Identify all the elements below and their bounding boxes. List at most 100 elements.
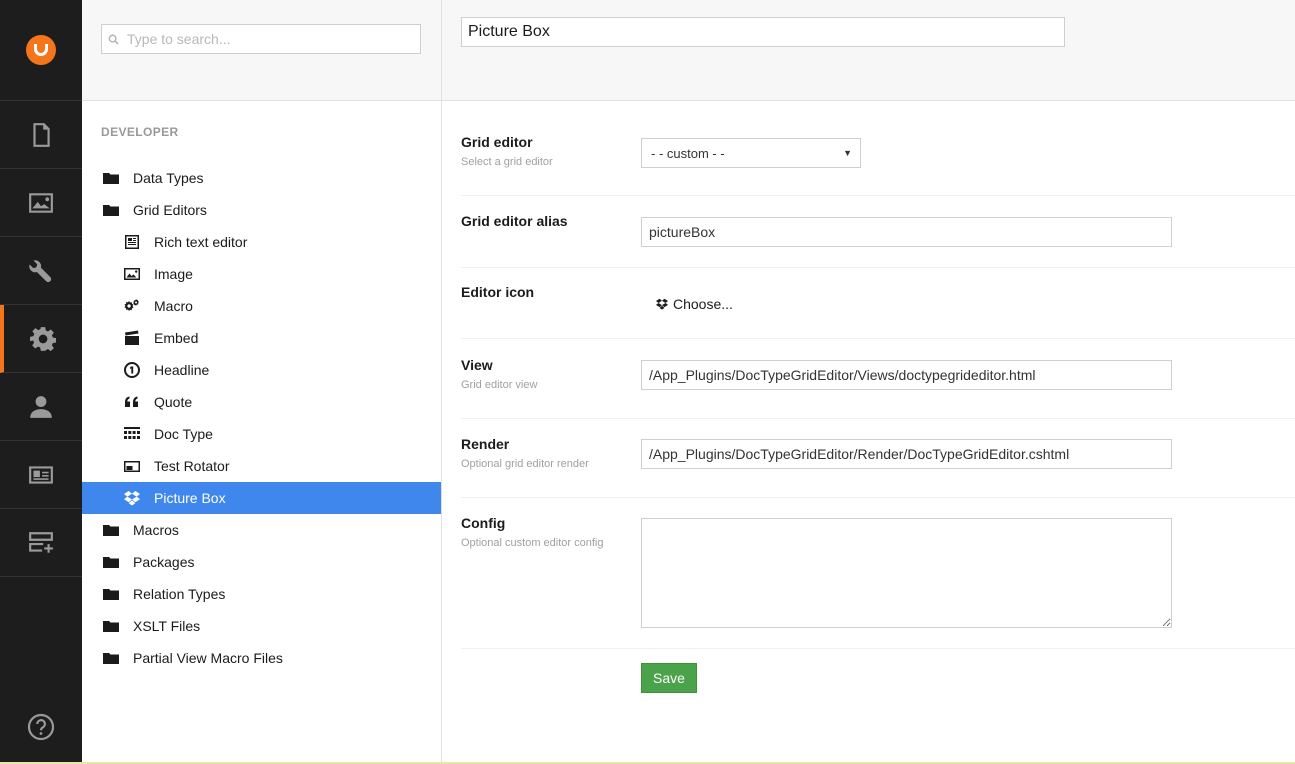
section-rail <box>0 0 82 764</box>
property-alias: Grid editor alias <box>461 213 1295 268</box>
config-textarea[interactable] <box>641 518 1172 628</box>
choose-icon-label: Choose... <box>673 296 733 312</box>
search-icon <box>108 34 119 45</box>
folder-icon <box>102 586 120 602</box>
rich-text-icon <box>123 234 141 250</box>
folder-icon <box>102 202 120 218</box>
view-label: View <box>461 357 493 373</box>
folder-icon <box>102 650 120 666</box>
grid-editor-select-value: - - custom - - <box>651 145 725 161</box>
users-section[interactable] <box>0 373 82 441</box>
render-control <box>641 439 1172 469</box>
property-label-container: Editor icon <box>461 284 631 300</box>
dropbox-icon <box>123 490 141 506</box>
tree-item-label: Image <box>154 266 193 282</box>
headline-icon <box>123 362 141 378</box>
tree-item-label: Test Rotator <box>154 458 230 474</box>
config-control <box>641 518 1172 633</box>
search-input[interactable] <box>127 31 407 47</box>
media-section[interactable] <box>0 169 82 237</box>
chevron-down-icon: ▼ <box>843 148 852 158</box>
tree-item-label: Embed <box>154 330 199 346</box>
tree-item[interactable]: Partial View Macro Files <box>82 642 441 674</box>
tree-item[interactable]: XSLT Files <box>82 610 441 642</box>
settings-section[interactable] <box>0 237 82 305</box>
grid-editor-select[interactable]: - - custom - - ▼ <box>641 138 861 168</box>
gear-icon <box>30 326 56 351</box>
view-control <box>641 360 1172 390</box>
folder-icon <box>102 170 120 186</box>
editor-icon-label: Editor icon <box>461 284 535 300</box>
tree-item[interactable]: Macros <box>82 514 441 546</box>
config-description: Optional custom editor config <box>461 537 604 549</box>
image-icon <box>29 192 53 213</box>
user-icon <box>30 395 52 418</box>
tree-item-label: Rich text editor <box>154 234 248 250</box>
tree-list: Data Types Grid Editors Rich text editor Im… <box>82 162 441 674</box>
tree-item-label: Grid Editors <box>133 202 207 218</box>
property-label-container: Grid editor Select a grid editor <box>461 134 631 168</box>
config-label: Config <box>461 515 506 531</box>
quote-icon <box>123 394 141 410</box>
document-icon <box>33 122 50 147</box>
alias-label: Grid editor alias <box>461 213 568 229</box>
grid-editor-description: Select a grid editor <box>461 156 553 168</box>
tree-item-label: Doc Type <box>154 426 213 442</box>
alias-control <box>641 217 1172 247</box>
tree-item-label: Packages <box>133 554 195 570</box>
section-title: DEVELOPER <box>101 125 179 139</box>
tree-item[interactable]: Test Rotator <box>82 450 441 482</box>
tree-item-label: Data Types <box>133 170 204 186</box>
tree-item[interactable]: Rich text editor <box>82 226 441 258</box>
tree-item-label: XSLT Files <box>133 618 201 634</box>
render-input[interactable] <box>641 439 1172 469</box>
developer-section[interactable] <box>0 305 82 373</box>
property-label-container: Render Optional grid editor render <box>461 436 631 470</box>
grid-icon <box>123 426 141 442</box>
cogs-icon <box>123 298 141 314</box>
folder-icon <box>102 618 120 634</box>
tree-search[interactable] <box>101 24 421 54</box>
render-description: Optional grid editor render <box>461 458 589 470</box>
editor-body: Grid editor Select a grid editor - - cus… <box>442 101 1295 764</box>
help-button[interactable] <box>0 707 82 747</box>
tree-item[interactable]: Doc Type <box>82 418 441 450</box>
editor-name-input[interactable] <box>461 17 1065 47</box>
tree-item[interactable]: Data Types <box>82 162 441 194</box>
tree-item[interactable]: Grid Editors <box>82 194 441 226</box>
server-add-icon <box>29 531 53 553</box>
forms-section[interactable] <box>0 509 82 577</box>
property-config: Config Optional custom editor config <box>461 515 1295 649</box>
property-editor-icon: Editor icon Choose... <box>461 284 1295 339</box>
alias-input[interactable] <box>641 217 1172 247</box>
tree-item-label: Quote <box>154 394 193 410</box>
tree-item[interactable]: Quote <box>82 386 441 418</box>
umbraco-logo[interactable] <box>0 0 82 101</box>
wrench-icon <box>29 259 52 282</box>
tree-header <box>82 0 441 101</box>
clapper-icon <box>123 330 141 346</box>
tree-item[interactable]: Relation Types <box>82 578 441 610</box>
tree-item[interactable]: Packages <box>82 546 441 578</box>
dropbox-icon <box>656 298 668 310</box>
folder-icon <box>102 522 120 538</box>
tree-item[interactable]: Macro <box>82 290 441 322</box>
content-section[interactable] <box>0 101 82 169</box>
folder-icon <box>102 554 120 570</box>
tree-item-label: Headline <box>154 362 210 378</box>
help-icon <box>27 713 55 741</box>
view-input[interactable] <box>641 360 1172 390</box>
tree-item[interactable]: Picture Box <box>82 482 441 514</box>
members-section[interactable] <box>0 441 82 509</box>
tree-item[interactable]: Image <box>82 258 441 290</box>
property-label-container: View Grid editor view <box>461 357 631 391</box>
save-button[interactable]: Save <box>641 663 697 693</box>
tree-item-label: Relation Types <box>133 586 226 602</box>
property-label-container: Config Optional custom editor config <box>461 515 631 549</box>
grid-editor-label: Grid editor <box>461 134 533 150</box>
window-icon <box>123 458 141 474</box>
choose-icon-button[interactable]: Choose... <box>656 296 733 312</box>
tree-item[interactable]: Embed <box>82 322 441 354</box>
tree-item-label: Picture Box <box>154 490 226 506</box>
tree-item[interactable]: Headline <box>82 354 441 386</box>
